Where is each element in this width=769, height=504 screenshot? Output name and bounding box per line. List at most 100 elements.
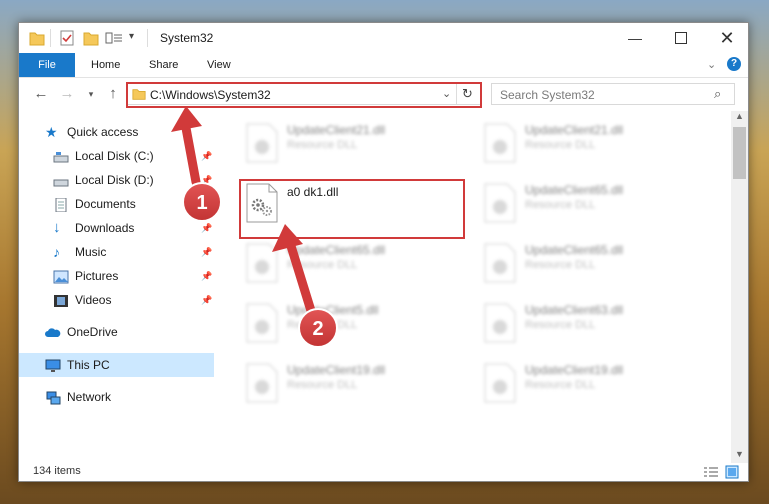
music-note-icon: ♪ xyxy=(53,244,60,260)
vertical-scrollbar[interactable]: ▲ ▼ xyxy=(731,111,748,463)
item-count: 134 items xyxy=(33,465,81,477)
chevron-down-icon[interactable]: ▾ xyxy=(129,31,134,42)
network-icon xyxy=(45,390,61,405)
maximize-icon xyxy=(675,32,687,44)
file-name: UpdateClient21.dll xyxy=(525,123,624,137)
sidebar-item-label: Downloads xyxy=(75,221,135,235)
gear-file-icon xyxy=(246,243,278,283)
file-highlight xyxy=(239,179,465,239)
divider xyxy=(50,29,51,47)
tab-view[interactable]: View xyxy=(195,53,243,77)
status-bar: 134 items xyxy=(19,461,748,483)
maximize-button[interactable] xyxy=(658,23,704,53)
file-type: Resource DLL xyxy=(525,259,596,271)
file-name: UpdateClient19.dll xyxy=(287,363,386,377)
sidebar-item-label: Local Disk (C:) xyxy=(75,149,154,163)
search-box[interactable]: Search System32 ⌕ xyxy=(491,83,735,105)
file-type: Resource DLL xyxy=(287,319,358,331)
file-item[interactable]: UpdateClient63.dll Resource DLL xyxy=(477,299,707,349)
file-type: Resource DLL xyxy=(525,379,596,391)
close-button[interactable]: ✕ xyxy=(704,23,750,53)
sidebar-item-label: Local Disk (D:) xyxy=(75,173,154,187)
pin-icon[interactable]: 📌 xyxy=(201,289,212,311)
recent-locations-icon[interactable]: ▾ xyxy=(81,84,101,104)
sidebar-item-documents[interactable]: Documents 📌 xyxy=(53,193,223,215)
sidebar-item-pictures[interactable]: Pictures 📌 xyxy=(53,265,223,287)
divider xyxy=(147,29,148,47)
sidebar-item-videos[interactable]: Videos 📌 xyxy=(53,289,223,311)
tab-file[interactable]: File xyxy=(19,53,75,77)
window-title: System32 xyxy=(160,31,214,45)
sidebar-item-local-disk-d[interactable]: Local Disk (D:) 📌 xyxy=(53,169,223,191)
back-arrow-icon[interactable]: ← xyxy=(31,84,51,104)
close-icon: ✕ xyxy=(719,27,735,48)
gear-file-icon xyxy=(484,183,516,223)
scroll-up-icon[interactable]: ▲ xyxy=(735,111,744,121)
file-name: UpdateClient21.dll xyxy=(287,123,386,137)
scroll-down-icon[interactable]: ▼ xyxy=(735,449,744,459)
file-item[interactable]: UpdateClient65.dll Resource DLL xyxy=(239,239,469,289)
sidebar-item-local-disk-c[interactable]: Local Disk (C:) 📌 xyxy=(53,145,223,167)
file-type: Resource DLL xyxy=(525,199,596,211)
customize-toolbar-icon[interactable] xyxy=(105,29,125,47)
gear-file-icon xyxy=(246,123,278,163)
sidebar-item-downloads[interactable]: ↓ Downloads 📌 xyxy=(53,217,223,239)
file-type: Resource DLL xyxy=(287,139,358,151)
sidebar-item-label: Pictures xyxy=(75,269,119,283)
title-bar: ▾ System32 — ✕ xyxy=(19,23,748,53)
forward-arrow-icon[interactable]: → xyxy=(57,84,77,104)
tab-home[interactable]: Home xyxy=(79,53,132,77)
pin-icon[interactable]: 📌 xyxy=(201,265,212,287)
address-bar-highlight xyxy=(126,82,482,108)
ribbon-tabs: File Home Share View ⌄ ? xyxy=(19,53,748,78)
large-icons-view-icon[interactable] xyxy=(725,465,739,479)
star-icon: ★ xyxy=(45,124,58,140)
file-name: UpdateClient65.dll xyxy=(525,183,624,197)
details-view-icon[interactable] xyxy=(703,466,719,478)
file-name: UpdateClient63.dll xyxy=(525,303,624,317)
pin-icon[interactable]: 📌 xyxy=(201,145,212,167)
download-arrow-icon: ↓ xyxy=(53,219,61,236)
pin-icon[interactable]: 📌 xyxy=(201,169,212,191)
scroll-thumb[interactable] xyxy=(733,127,746,179)
file-item[interactable]: UpdateClient65.dll Resource DLL xyxy=(477,179,707,229)
sidebar-item-music[interactable]: ♪ Music 📌 xyxy=(53,241,223,263)
file-type: Resource DLL xyxy=(525,139,596,151)
gear-file-icon xyxy=(484,363,516,403)
file-name: UpdateClient5.dll xyxy=(287,303,379,317)
up-arrow-icon[interactable]: ↑ xyxy=(103,84,123,104)
file-name: UpdateClient65.dll xyxy=(287,243,386,257)
drive-icon xyxy=(53,149,69,163)
tab-share[interactable]: Share xyxy=(137,53,190,77)
monitor-icon xyxy=(45,358,61,372)
gear-file-icon xyxy=(484,243,516,283)
expand-ribbon-icon[interactable]: ⌄ xyxy=(707,58,716,71)
file-name: UpdateClient65.dll xyxy=(525,243,624,257)
file-type: Resource DLL xyxy=(287,379,358,391)
sidebar-item-label: Quick access xyxy=(67,125,139,139)
file-item[interactable]: UpdateClient19.dll Resource DLL xyxy=(239,359,469,409)
sidebar-item-label: OneDrive xyxy=(67,325,118,339)
drive-icon xyxy=(53,173,69,187)
search-placeholder: Search System32 xyxy=(500,88,595,102)
properties-icon[interactable] xyxy=(59,29,75,47)
help-icon[interactable]: ? xyxy=(727,57,741,71)
pin-icon[interactable]: 📌 xyxy=(201,241,212,263)
search-icon[interactable]: ⌕ xyxy=(714,86,721,102)
pin-icon[interactable]: 📌 xyxy=(201,217,212,239)
file-list: UpdateClient21.dll Resource DLL UpdateCl… xyxy=(219,113,731,463)
file-item[interactable]: UpdateClient21.dll Resource DLL xyxy=(239,119,469,169)
gear-file-icon xyxy=(246,363,278,403)
sidebar-item-label: Videos xyxy=(75,293,112,307)
pictures-icon xyxy=(53,269,69,284)
file-item[interactable]: UpdateClient21.dll Resource DLL xyxy=(477,119,707,169)
file-item[interactable]: UpdateClient5.dll Resource DLL xyxy=(239,299,469,349)
file-item[interactable]: UpdateClient19.dll Resource DLL xyxy=(477,359,707,409)
pin-icon[interactable]: 📌 xyxy=(201,193,212,215)
new-folder-icon[interactable] xyxy=(83,29,99,47)
explorer-window: ▾ System32 — ✕ File Home Share View ⌄ ? … xyxy=(18,22,749,482)
documents-icon xyxy=(53,197,69,213)
minimize-button[interactable]: — xyxy=(612,23,658,53)
file-item[interactable]: UpdateClient65.dll Resource DLL xyxy=(477,239,707,289)
minimize-icon: — xyxy=(628,30,642,46)
